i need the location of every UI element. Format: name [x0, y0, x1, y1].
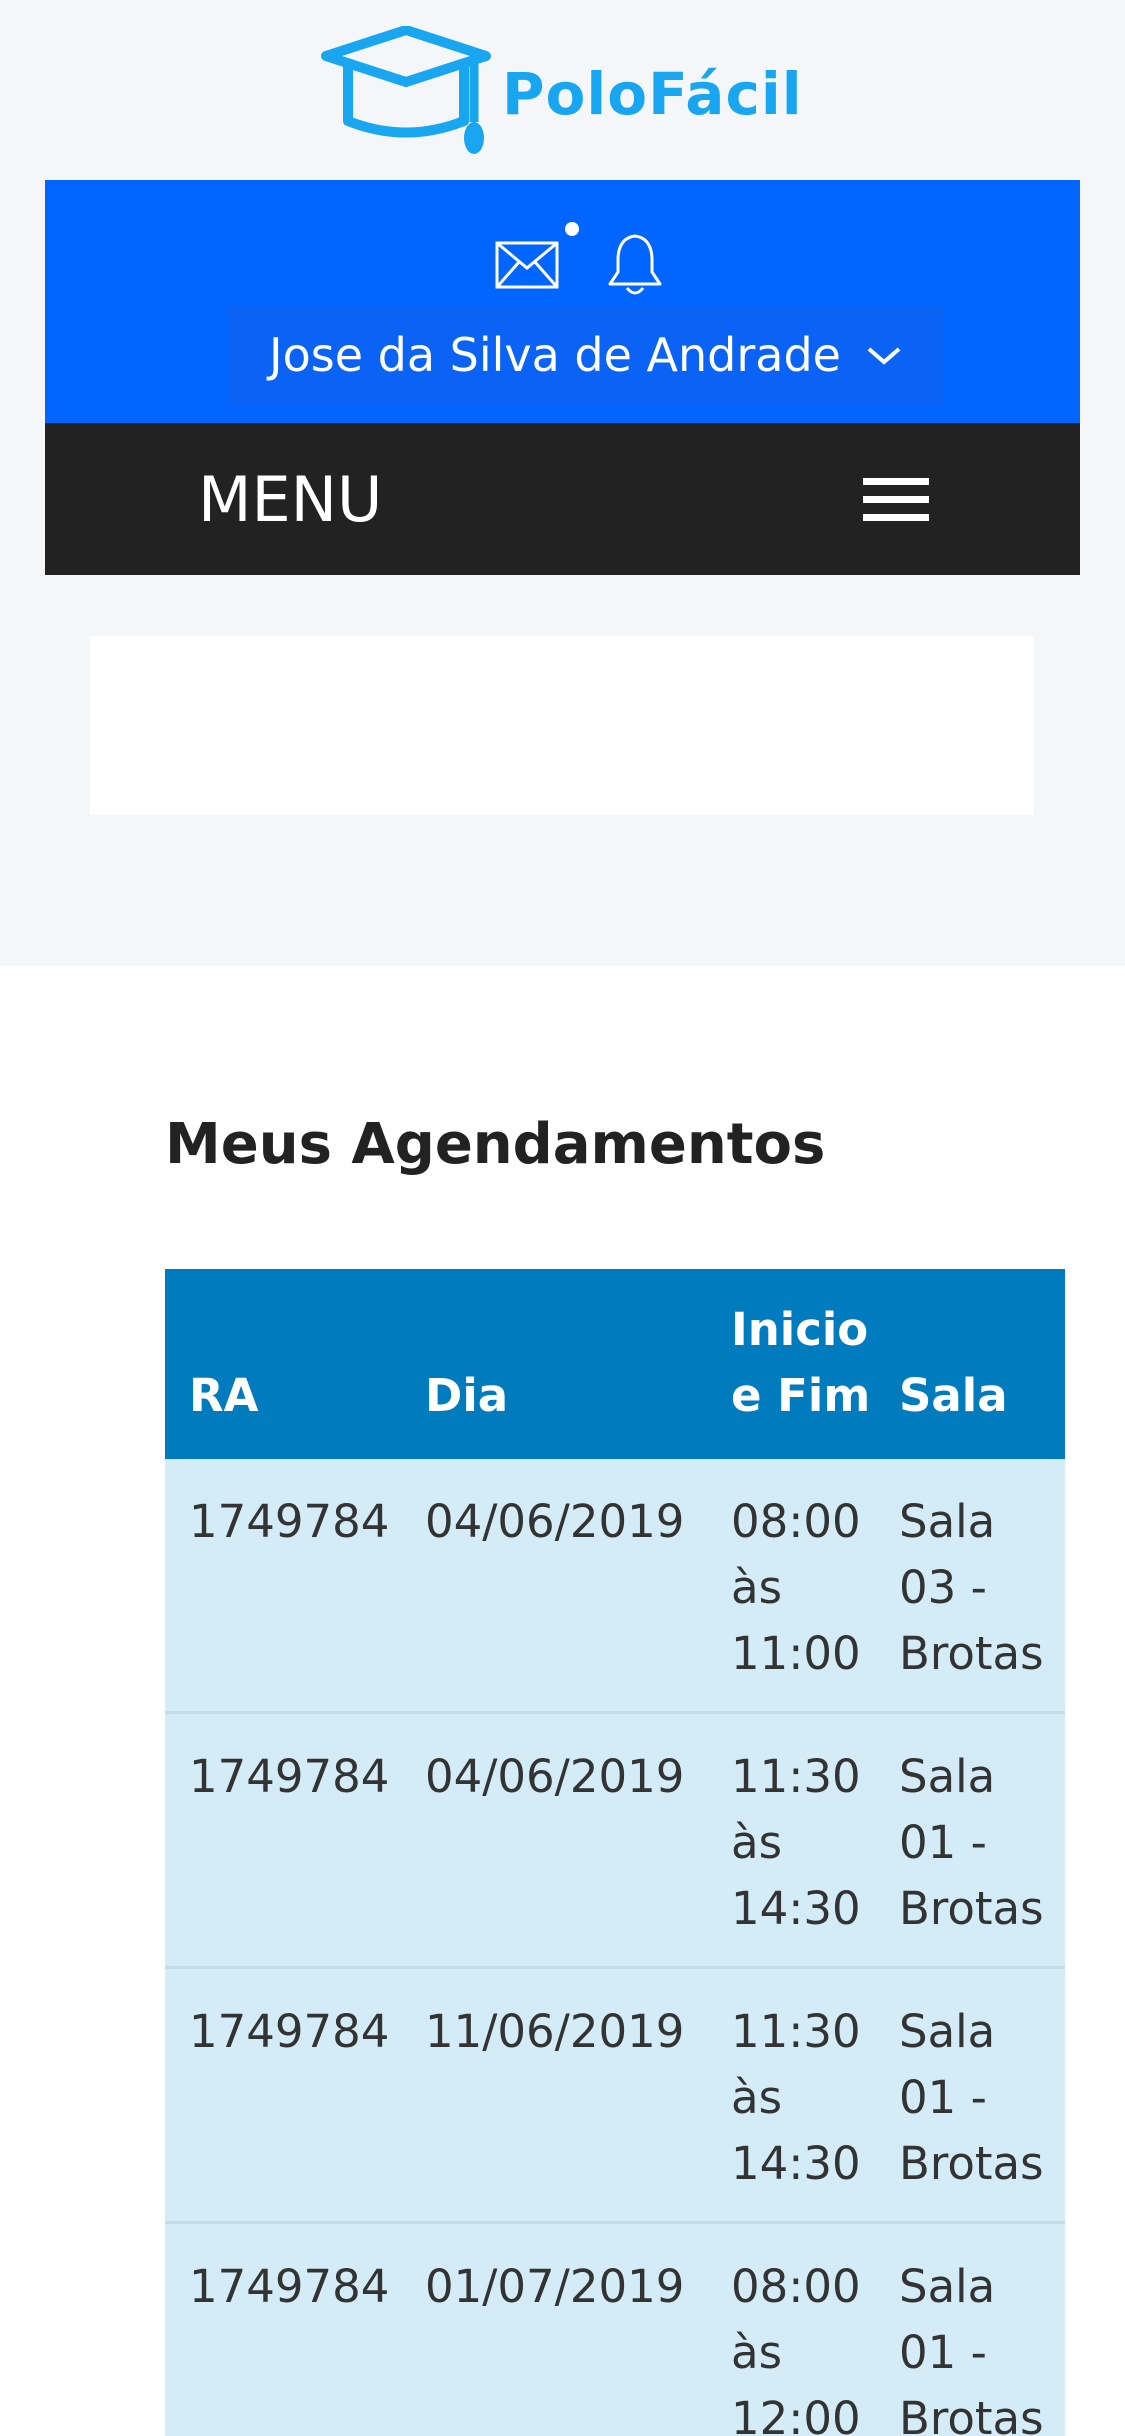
cell-ra: 1749784 — [165, 1967, 401, 2224]
user-header: Jose da Silva de Andrade — [45, 180, 1080, 423]
cell-hora: 08:00 às 11:00 — [707, 1459, 875, 1714]
column-header-dia: Dia — [401, 1269, 707, 1459]
table-row: 1749784 04/06/2019 08:00 às 11:00 Sala 0… — [165, 1459, 1065, 1714]
envelope-icon[interactable] — [494, 240, 560, 290]
column-header-inicio-line: Inicio — [731, 1303, 869, 1356]
cell-ra: 1749784 — [165, 2222, 401, 2436]
column-header-sala: Sala — [875, 1269, 1065, 1459]
cell-sala-line1: Sala — [899, 1750, 996, 1803]
content-placeholder-box — [90, 636, 1034, 815]
cell-dia: 11/06/2019 — [401, 1967, 707, 2224]
page-title: Meus Agendamentos — [165, 1112, 826, 1177]
cell-sala-line2: 01 - — [899, 1816, 987, 1869]
cell-hora: 11:30 às 14:30 — [707, 1712, 875, 1969]
user-dropdown[interactable]: Jose da Silva de Andrade — [228, 305, 944, 405]
cell-sala-line3: Brotas — [899, 2392, 1044, 2436]
cell-hora-sep: às — [731, 2326, 783, 2379]
cell-hora-start: 08:00 — [731, 2260, 861, 2313]
column-header-fim-line: e Fim — [731, 1369, 871, 1422]
cell-hora-start: 08:00 — [731, 1495, 861, 1548]
cell-sala-line2: 03 - — [899, 1561, 987, 1614]
cell-sala-line1: Sala — [899, 2005, 996, 2058]
unread-indicator — [565, 222, 579, 236]
menu-label[interactable]: MENU — [198, 463, 382, 536]
cell-sala-line2: 01 - — [899, 2326, 987, 2379]
cell-hora-end: 14:30 — [731, 2137, 861, 2190]
cell-hora-sep: às — [731, 2071, 783, 2124]
cell-hora-sep: às — [731, 1561, 783, 1614]
cell-sala: Sala 01 - Brotas — [875, 1712, 1065, 1969]
main-menu-bar: MENU — [45, 423, 1080, 575]
chevron-down-icon — [867, 347, 901, 365]
hamburger-icon[interactable] — [863, 478, 933, 530]
graduation-cap-icon — [321, 26, 491, 154]
table-row: 1749784 11/06/2019 11:30 às 14:30 Sala 0… — [165, 1967, 1065, 2224]
user-name: Jose da Silva de Andrade — [269, 328, 841, 382]
table-row: 1749784 01/07/2019 08:00 às 12:00 Sala 0… — [165, 2222, 1065, 2436]
cell-hora-end: 11:00 — [731, 1627, 861, 1680]
cell-sala: Sala 01 - Brotas — [875, 1967, 1065, 2224]
cell-sala-line3: Brotas — [899, 1627, 1044, 1680]
cell-ra: 1749784 — [165, 1712, 401, 1969]
column-header-inicio-fim: Inicio e Fim — [707, 1269, 875, 1459]
brand-logo[interactable]: PoloFácil — [318, 26, 808, 161]
cell-sala-line1: Sala — [899, 2260, 996, 2313]
cell-sala-line3: Brotas — [899, 2137, 1044, 2190]
cell-hora-sep: às — [731, 1816, 783, 1869]
cell-hora-start: 11:30 — [731, 1750, 861, 1803]
bell-icon[interactable] — [605, 232, 665, 298]
cell-dia: 01/07/2019 — [401, 2222, 707, 2436]
cell-sala: Sala 03 - Brotas — [875, 1459, 1065, 1714]
cell-sala-line1: Sala — [899, 1495, 996, 1548]
column-header-ra: RA — [165, 1269, 401, 1459]
cell-hora-start: 11:30 — [731, 2005, 861, 2058]
cell-sala-line3: Brotas — [899, 1882, 1044, 1935]
cell-dia: 04/06/2019 — [401, 1459, 707, 1714]
appointments-table: RA Dia Inicio e Fim Sala 1749784 04/06/2… — [165, 1269, 1065, 2436]
cell-hora-end: 12:00 — [731, 2392, 861, 2436]
top-section: PoloFácil Jose da Silva de Andrade MENU — [0, 0, 1125, 966]
table-row: 1749784 04/06/2019 11:30 às 14:30 Sala 0… — [165, 1712, 1065, 1969]
cell-hora: 11:30 às 14:30 — [707, 1967, 875, 2224]
cell-ra: 1749784 — [165, 1459, 401, 1714]
cell-hora: 08:00 às 12:00 — [707, 2222, 875, 2436]
cell-sala-line2: 01 - — [899, 2071, 987, 2124]
cell-dia: 04/06/2019 — [401, 1712, 707, 1969]
table-header-row: RA Dia Inicio e Fim Sala — [165, 1269, 1065, 1459]
cell-hora-end: 14:30 — [731, 1882, 861, 1935]
brand-name: PoloFácil — [502, 59, 803, 128]
cell-sala: Sala 01 - Brotas — [875, 2222, 1065, 2436]
